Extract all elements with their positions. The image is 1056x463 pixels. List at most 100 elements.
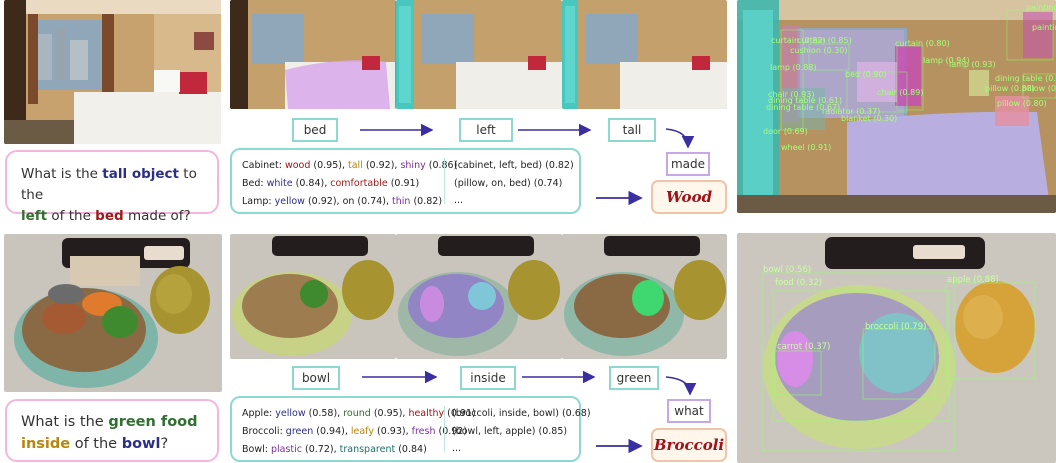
kb-divider [444,158,445,204]
graph-node-what: what [667,399,711,423]
kb-object-label: Apple: [242,408,276,419]
det-label: blanket (0.30) [841,114,897,123]
bento-photo [4,234,222,392]
graph-node-made: made [666,152,710,176]
kb-score-text: (0.58), [305,408,344,419]
kb-attr-row: Apple: yellow (0.58), round (0.95), heal… [242,408,476,419]
kb-attribute-word: shiny [400,160,426,171]
graph-node-inside: inside [460,366,516,390]
kb-attribute-word: leafy [350,426,374,437]
kb-attr-row: Broccoli: green (0.94), leafy (0.93), fr… [242,426,467,437]
kb-relation-row: (pillow, on, bed) (0.74) [454,178,563,189]
arrow-tall-made [665,128,695,149]
kb-attribute-word: thin [392,196,411,207]
detection-photo-bento: bowl (0.56) food (0.32) apple (0.88) bro… [737,233,1056,463]
attention-photo-cabinet [396,0,562,109]
det-label: chair (0.89) [877,88,923,97]
kb-score-text: (0.95), [310,160,348,171]
graph-node-tall: tall [608,118,656,142]
det-label: broccoli (0.79) [865,322,926,332]
kb-attribute-word: wood [284,160,311,171]
attention-photo-tall [562,0,727,109]
det-label: bed (0.90) [845,70,887,79]
kb-object-label: Bed: [242,178,267,189]
det-label: painting [1032,23,1056,32]
knowledge-box-1: Cabinet: wood (0.95), tall (0.92), shiny… [230,148,581,214]
kb-relation-ellipsis: ... [452,443,462,454]
kb-attribute-word: fresh [411,426,436,437]
kb-score-text: (0.92), [362,160,401,171]
kb-attr-row: Lamp: yellow (0.92), on (0.74), thin (0.… [242,196,442,207]
question-card-1: What is the tall object to the left of t… [5,150,219,224]
kb-attribute-word: green [285,426,314,437]
kb-attribute-word: comfortable [330,178,388,189]
kb-score-text: (0.91) [387,178,420,189]
kb-relation-row: (cabinet, left, bed) (0.82) [454,160,574,171]
question-target-word: tall object [102,166,179,182]
det-label: painting [1026,3,1056,12]
graph-node-bed: bed [292,118,338,142]
kb-score-text: (0.84) [395,444,427,455]
knowledge-box-2: Apple: yellow (0.58), round (0.95), heal… [230,396,591,462]
question-text: What is the green food inside of the bow… [21,414,198,453]
det-label: lamp (0.88) [770,63,817,72]
det-label: cushion (0.30) [790,46,848,55]
det-label: wheel (0.91) [781,143,831,152]
question-reference-word: bed [95,207,124,224]
question-card-2: What is the green food inside of the bow… [5,399,219,462]
arrow-green-what [665,376,697,396]
det-label: lamp (0.93) [949,60,996,69]
kb-score-text: (0.95), [370,408,409,419]
question-reference-word: bowl [121,436,161,453]
kb-attribute-word: transparent [339,444,396,455]
question-relation-word: inside [21,436,71,453]
det-label: curtain (0.85) [797,36,852,45]
det-label: pillow (0.80) [997,99,1047,108]
kb-score-text: (0.82) [410,196,443,207]
attention-photo-bowl [230,234,396,359]
attention-photo-bed [230,0,396,109]
kb-relation-row: (bowl, left, apple) (0.85) [452,426,568,437]
question-target-word: green food [108,414,198,430]
kb-score-text: (0.86) [425,160,458,171]
det-label: bowl (0.56) [763,265,811,275]
det-label: apple (0.88) [947,275,999,285]
kb-attribute-word: white [266,178,293,189]
det-label: dining table (0.6 [995,74,1056,83]
kb-attribute-word: healthy [408,408,445,419]
det-label: curtain (0.80) [895,39,950,48]
det-label: pillow (0. [1022,84,1056,93]
kb-attr-row: Bowl: plastic (0.72), transparent (0.84) [242,444,427,455]
graph-node-green: green [609,366,659,390]
kb-score-text: (0.72), [302,444,340,455]
kb-score-text: (0.84), [292,178,331,189]
answer-box-1: Wood [651,180,727,214]
det-label: food (0.32) [775,278,822,288]
attention-photo-inside [396,234,562,359]
kb-object-label: Bowl: [242,444,271,455]
question-relation-word: left [21,207,48,224]
kb-object-label: Cabinet: [242,160,285,171]
kb-attr-row: Bed: white (0.84), comfortable (0.91) [242,178,419,189]
kb-score-text: (0.93), [373,426,412,437]
kb-attr-row: Cabinet: wood (0.95), tall (0.92), shiny… [242,160,457,171]
kb-relation-ellipsis: ... [454,195,464,206]
graph-node-bowl: bowl [292,366,340,390]
kb-attribute-word: yellow [274,196,305,207]
det-label: carrot (0.37) [777,342,830,352]
question-text: What is the tall object to the left of t… [21,166,197,224]
hotel-room-photo [4,0,221,144]
answer-box-2: Broccoli [651,428,727,462]
detection-photo-room: curtain (0.82) curtain (0.85) cushion (0… [737,0,1056,213]
kb-score-text: (0.92), on (0.74), [304,196,393,207]
kb-attribute-word: yellow [275,408,306,419]
attention-photo-green [562,234,727,359]
kb-relation-row: (broccoli, inside, bowl) (0.68) [452,408,591,419]
kb-score-text: (0.94), [313,426,351,437]
kb-object-label: Lamp: [242,196,275,207]
kb-divider [444,406,445,452]
kb-attribute-word: plastic [270,444,302,455]
kb-object-label: Broccoli: [242,426,286,437]
det-label: door (0.69) [763,127,808,136]
kb-attribute-word: round [343,408,371,419]
